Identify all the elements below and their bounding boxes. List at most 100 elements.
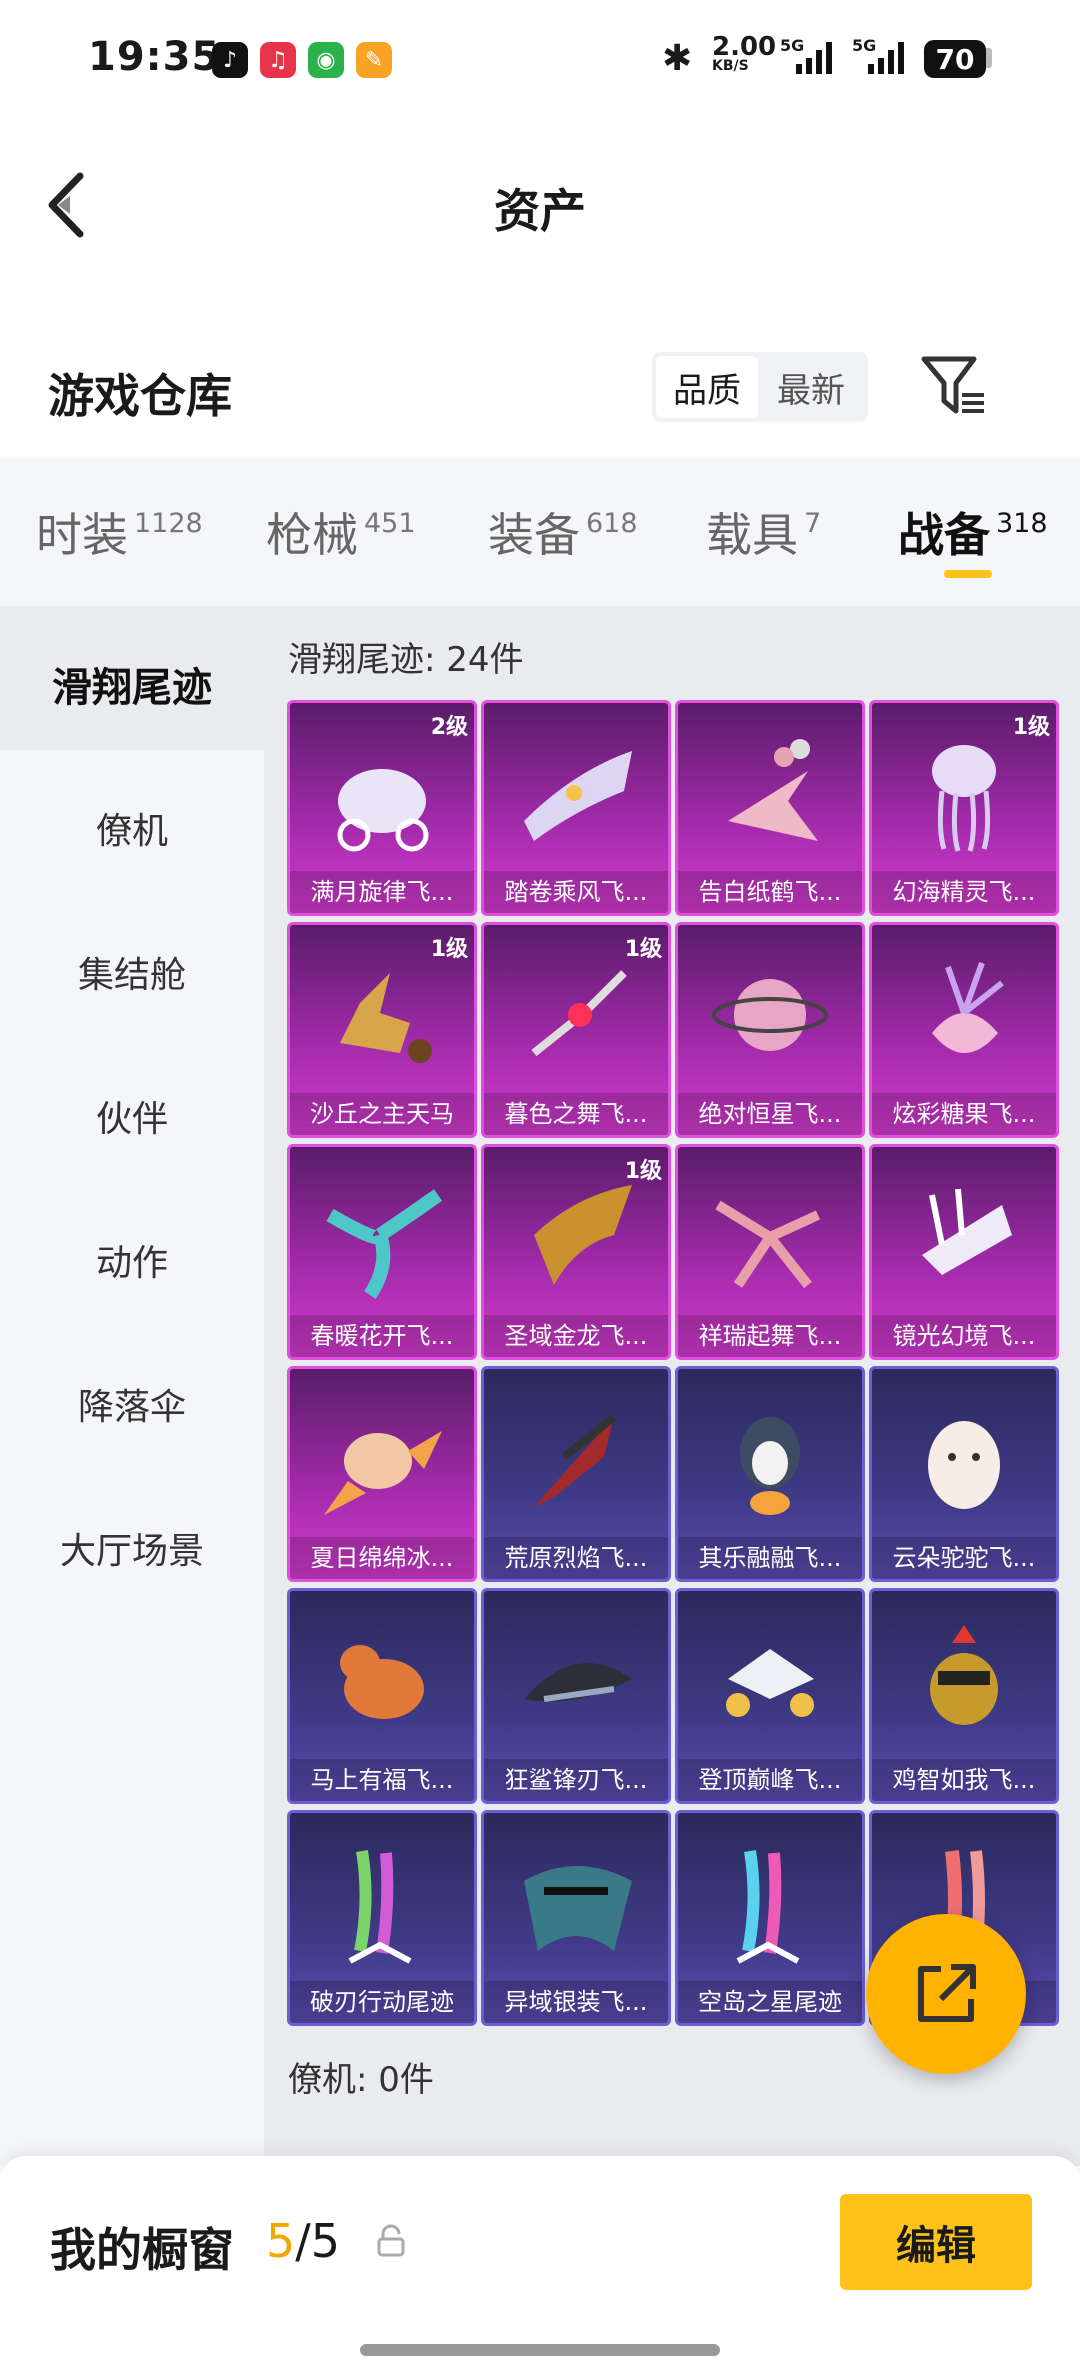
item-art-icon <box>531 970 627 1057</box>
item-card[interactable]: 1级圣域金龙飞... <box>481 1144 671 1360</box>
item-art-icon <box>712 979 828 1051</box>
item-card[interactable]: 1级幻海精灵飞... <box>869 700 1059 916</box>
warehouse-title: 游戏仓库 <box>48 369 232 423</box>
status-bar: 19:35 ♪ ♫ ◉ ✎ ✱ 2.00 KB/S 5G 5G 70 <box>0 0 1080 120</box>
item-card[interactable]: 2级满月旋律飞... <box>287 700 477 916</box>
item-art-icon <box>340 973 432 1063</box>
battery-tip <box>986 48 992 68</box>
filter-icon[interactable] <box>920 355 990 417</box>
sort-toggle: 品质 最新 <box>652 352 868 422</box>
item-art-icon <box>726 1649 814 1717</box>
item-art-icon <box>348 1850 412 1964</box>
clock: 19:35 <box>88 34 221 80</box>
external-link-icon <box>918 1964 976 2022</box>
item-name: 绝对恒星飞... <box>678 1093 862 1135</box>
item-name: 告白纸鹤飞... <box>678 871 862 913</box>
item-card[interactable]: 狂鲨锋刃飞... <box>481 1588 671 1804</box>
item-art-icon <box>932 961 1004 1053</box>
sidebar-item-parachute[interactable]: 降落伞 <box>0 1378 264 1430</box>
sidebar-item-wingman[interactable]: 僚机 <box>0 802 264 854</box>
item-art-icon <box>932 745 996 852</box>
item-name: 登顶巅峰飞... <box>678 1759 862 1801</box>
item-level-badge: 1级 <box>430 937 468 962</box>
item-art-icon <box>324 1431 442 1515</box>
item-name: 荒原烈焰飞... <box>484 1537 668 1579</box>
item-name: 鸡智如我飞... <box>872 1759 1056 1801</box>
item-art-icon <box>740 1417 800 1515</box>
item-card[interactable]: 1级 暮色之舞飞... <box>481 922 671 1138</box>
tab-equipment[interactable]: 装备 618 <box>488 458 638 606</box>
item-card[interactable]: 夏日绵绵冰... <box>287 1366 477 1582</box>
item-level-badge: 2级 <box>430 715 468 740</box>
item-art-icon <box>930 1625 998 1725</box>
bluetooth-icon: ✱ <box>662 38 693 79</box>
item-art-icon <box>736 1850 800 1964</box>
item-card[interactable]: 鸡智如我飞... <box>869 1588 1059 1804</box>
sidebar-item-glide-trail[interactable]: 滑翔尾迹 <box>0 655 264 713</box>
music-app-icon: ♫ <box>260 42 296 78</box>
item-name: 圣域金龙飞... <box>484 1315 668 1357</box>
item-level-badge: 1级 <box>1012 715 1050 740</box>
sidebar-item-rally-pod[interactable]: 集结舱 <box>0 946 264 998</box>
item-art-icon <box>524 751 632 841</box>
sidebar-item-lobby-scene[interactable]: 大厅场景 <box>0 1522 264 1574</box>
item-name: 春暖花开飞... <box>290 1315 474 1357</box>
item-card[interactable]: 荒原烈焰飞... <box>481 1366 671 1582</box>
sidebar-item-emote[interactable]: 动作 <box>0 1234 264 1286</box>
section-title-glide-trail: 滑翔尾迹: 24件 <box>288 640 524 680</box>
sidebar-item-companion[interactable]: 伙伴 <box>0 1090 264 1142</box>
item-card[interactable]: 祥瑞起舞飞... <box>675 1144 865 1360</box>
item-name: 镜光幻境飞... <box>872 1315 1056 1357</box>
item-card[interactable]: 炫彩糖果飞... <box>869 922 1059 1138</box>
tab-guns[interactable]: 枪械 451 <box>266 458 416 606</box>
signal-1-icon: 5G <box>780 36 832 74</box>
tab-vehicles[interactable]: 载具 7 <box>706 458 821 606</box>
item-name: 其乐融融飞... <box>678 1537 862 1579</box>
item-art-icon <box>326 1189 443 1299</box>
item-card[interactable]: 春暖花开飞... <box>287 1144 477 1360</box>
item-card[interactable]: 云朵驼驼飞... <box>869 1366 1059 1582</box>
item-card[interactable]: 告白纸鹤飞... <box>675 700 865 916</box>
item-name: 踏卷乘风飞... <box>484 871 668 913</box>
item-name: 云朵驼驼飞... <box>872 1537 1056 1579</box>
item-level-badge: 1级 <box>624 1159 662 1184</box>
item-art-icon <box>534 1185 632 1285</box>
edit-button[interactable]: 编辑 <box>840 2194 1032 2290</box>
item-art-icon <box>524 1663 632 1702</box>
item-card[interactable]: 1级 沙丘之主天马 <box>287 922 477 1138</box>
category-tabs: 时装 1128 枪械 451 装备 618 载具 7 战备 318 <box>0 458 1080 606</box>
item-name: 狂鲨锋刃飞... <box>484 1759 668 1801</box>
item-card[interactable]: 空岛之星尾迹 <box>675 1810 865 2026</box>
item-art-icon <box>928 1421 1000 1509</box>
signal-2-icon: 5G <box>852 36 904 74</box>
item-name: 异域银装飞... <box>484 1981 668 2023</box>
tab-tactical[interactable]: 战备 318 <box>898 458 1048 606</box>
item-card[interactable]: 镜光幻境飞... <box>869 1144 1059 1360</box>
item-card[interactable]: 踏卷乘风飞... <box>481 700 671 916</box>
item-card[interactable]: 其乐融融飞... <box>675 1366 865 1582</box>
home-indicator <box>360 2344 720 2356</box>
item-name: 祥瑞起舞飞... <box>678 1315 862 1357</box>
item-card[interactable]: 马上有福飞... <box>287 1588 477 1804</box>
sort-newest-button[interactable]: 最新 <box>760 356 862 418</box>
item-name: 暮色之舞飞... <box>484 1093 668 1135</box>
net-speed: 2.00 KB/S <box>712 32 777 74</box>
page-title: 资产 <box>494 184 586 238</box>
sort-quality-button[interactable]: 品质 <box>656 356 758 418</box>
item-name: 炫彩糖果飞... <box>872 1093 1056 1135</box>
item-art-icon <box>524 1866 632 1951</box>
tab-fashion[interactable]: 时装 1128 <box>36 458 203 606</box>
item-art-icon <box>728 739 818 841</box>
battery-indicator: 70 <box>924 40 986 78</box>
item-name: 空岛之星尾迹 <box>678 1981 862 2023</box>
item-card[interactable]: 登顶巅峰飞... <box>675 1588 865 1804</box>
tiktok-icon: ♪ <box>212 42 248 78</box>
item-name: 幻海精灵飞... <box>872 871 1056 913</box>
item-card[interactable]: 异域银装飞... <box>481 1810 671 2026</box>
item-card[interactable]: 破刃行动尾迹 <box>287 1810 477 2026</box>
item-name: 满月旋律飞... <box>290 871 474 913</box>
item-name: 破刃行动尾迹 <box>290 1981 474 2023</box>
item-name: 马上有福飞... <box>290 1759 474 1801</box>
item-card[interactable]: 绝对恒星飞... <box>675 922 865 1138</box>
share-fab-button[interactable] <box>866 1914 1026 2074</box>
